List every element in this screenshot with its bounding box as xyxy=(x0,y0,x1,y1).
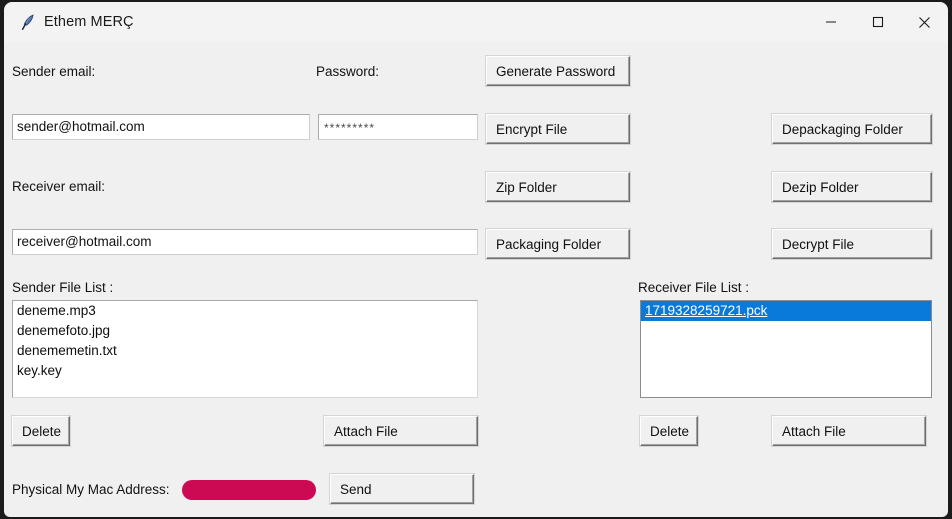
application-window: Ethem MERÇ Sender email: Password: sende… xyxy=(0,0,952,519)
dezip-folder-button[interactable]: Dezip Folder xyxy=(772,172,932,202)
mac-address-label: Physical My Mac Address: xyxy=(12,482,170,497)
receiver-file-list-label: Receiver File List : xyxy=(638,280,750,295)
sender-file-listbox[interactable]: deneme.mp3 denemefoto.jpg denememetin.txt k… xyxy=(12,300,478,398)
password-input[interactable]: ********* xyxy=(318,114,478,140)
close-button[interactable] xyxy=(901,2,948,42)
send-button[interactable]: Send xyxy=(330,474,474,504)
generate-password-button[interactable]: Generate Password xyxy=(486,56,630,86)
receiver-email-label: Receiver email: xyxy=(12,179,106,194)
feather-quill-icon xyxy=(18,12,38,32)
list-item[interactable]: denememetin.txt xyxy=(13,341,477,361)
list-item[interactable]: deneme.mp3 xyxy=(13,301,477,321)
receiver-attach-file-button[interactable]: Attach File xyxy=(772,416,926,446)
sender-email-input[interactable]: sender@hotmail.com xyxy=(12,114,310,140)
decrypt-file-button[interactable]: Decrypt File xyxy=(772,229,932,259)
sender-file-list-label: Sender File List : xyxy=(12,280,114,295)
list-item[interactable]: denemefoto.jpg xyxy=(13,321,477,341)
mac-address-redaction xyxy=(182,480,316,500)
maximize-icon xyxy=(872,16,884,28)
window-title: Ethem MERÇ xyxy=(44,14,134,30)
list-item[interactable]: 1719328259721.pck xyxy=(641,301,931,321)
minimize-icon xyxy=(825,16,837,28)
depackaging-folder-button[interactable]: Depackaging Folder xyxy=(772,114,932,144)
receiver-email-input[interactable]: receiver@hotmail.com xyxy=(12,229,478,255)
title-bar: Ethem MERÇ xyxy=(4,2,948,42)
receiver-file-listbox[interactable]: 1719328259721.pck xyxy=(640,300,932,398)
zip-folder-button[interactable]: Zip Folder xyxy=(486,172,630,202)
receiver-delete-button[interactable]: Delete xyxy=(640,416,698,446)
client-area: Sender email: Password: sender@hotmail.c… xyxy=(4,42,948,517)
minimize-button[interactable] xyxy=(807,2,854,42)
packaging-folder-button[interactable]: Packaging Folder xyxy=(486,229,630,259)
password-label: Password: xyxy=(316,64,380,79)
sender-email-label: Sender email: xyxy=(12,64,96,79)
maximize-button[interactable] xyxy=(854,2,901,42)
sender-delete-button[interactable]: Delete xyxy=(12,416,70,446)
encrypt-file-button[interactable]: Encrypt File xyxy=(486,114,630,144)
sender-attach-file-button[interactable]: Attach File xyxy=(324,416,478,446)
list-item[interactable]: key.key xyxy=(13,361,477,381)
close-icon xyxy=(918,16,931,29)
